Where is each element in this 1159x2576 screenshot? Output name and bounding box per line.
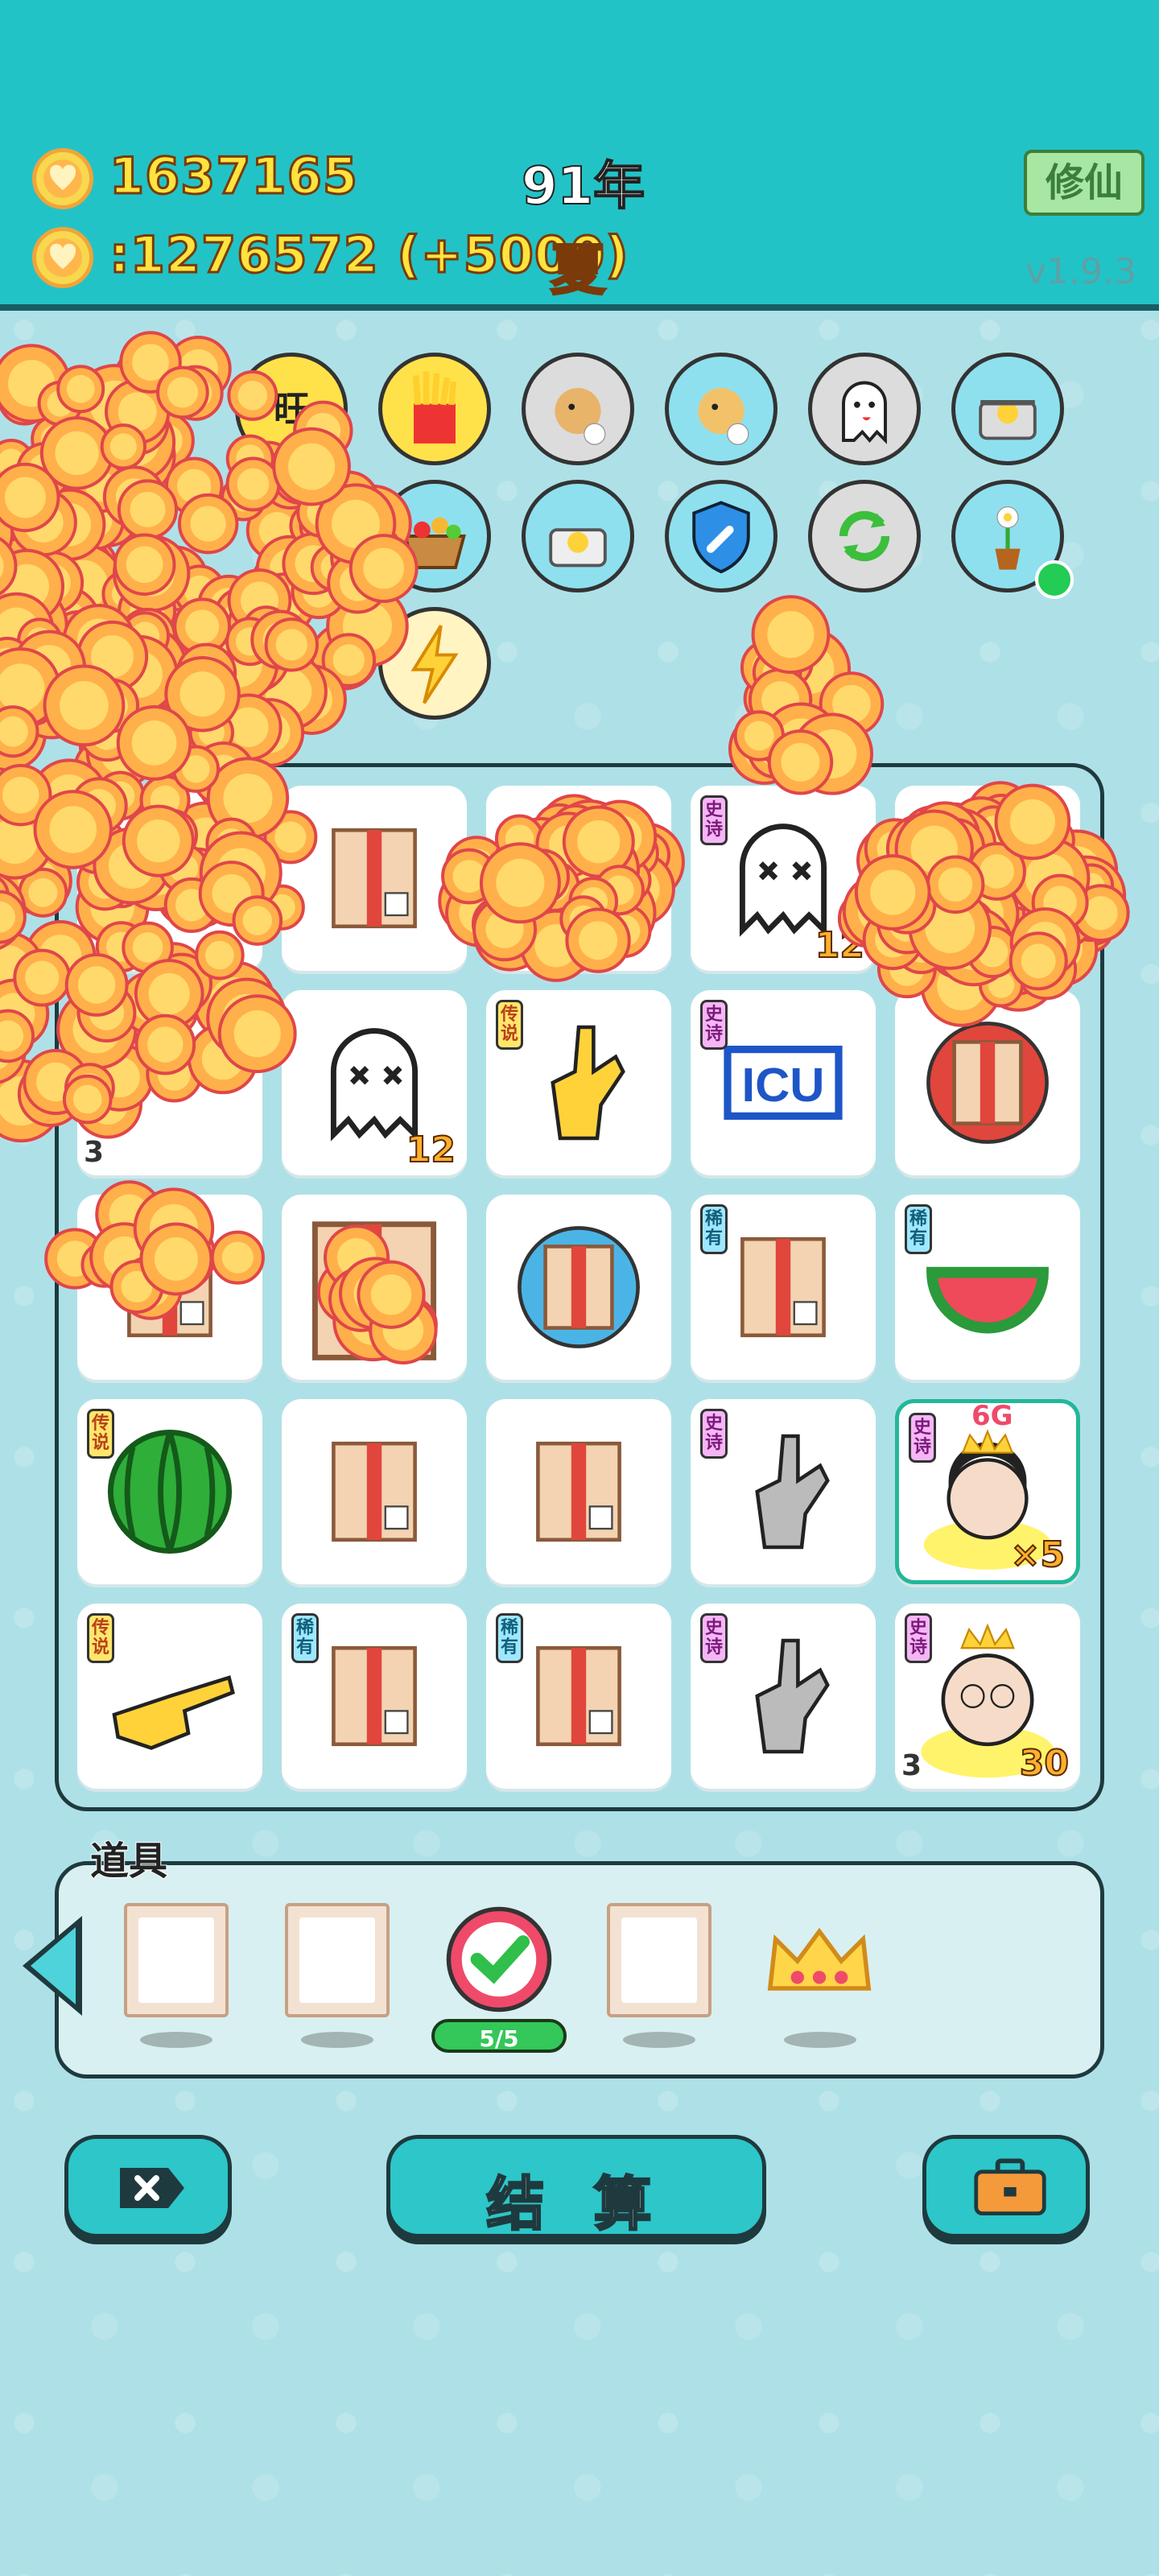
board-cell-3-0[interactable]: 传说 — [77, 1399, 262, 1584]
rarity-tag: 传说 — [87, 1409, 114, 1459]
board-cell-2-2[interactable] — [486, 1195, 671, 1380]
rarity-tag: 稀有 — [496, 1613, 523, 1663]
board-cell-3-1[interactable] — [282, 1399, 467, 1584]
lightning-icon[interactable] — [378, 607, 491, 720]
fruit-basket-icon[interactable] — [378, 480, 491, 592]
board-cell-1-0[interactable]: 3 — [77, 990, 262, 1175]
box-blue-icon — [518, 1226, 640, 1348]
board-cell-0-4[interactable] — [895, 786, 1080, 971]
item-count: 30 — [1019, 1742, 1070, 1785]
prop-slot-1[interactable] — [124, 1903, 229, 2017]
item-count: ×5 — [1010, 1534, 1066, 1576]
item-count: 12 — [815, 924, 865, 967]
item-level: 3 — [901, 1749, 922, 1782]
svg-text:ICU: ICU — [742, 1058, 825, 1112]
svg-text:旺: 旺 — [274, 390, 309, 431]
notification-dot — [1035, 560, 1074, 599]
prop-shadow — [623, 2032, 695, 2048]
duck-pot-icon[interactable] — [522, 480, 634, 592]
top-status-bar: 1637165 91年 :1276572 (+5000) 夏 修仙 v1.9.3 — [0, 0, 1159, 311]
close-icon — [120, 2168, 184, 2208]
rarity-tag: 史诗 — [905, 1613, 932, 1663]
prop-shadow — [784, 2032, 856, 2048]
inventory-button[interactable] — [922, 2135, 1090, 2238]
box-red-icon — [926, 1022, 1049, 1144]
board-cell-0-2[interactable] — [486, 786, 671, 971]
board-cell-3-2[interactable] — [486, 1399, 671, 1584]
settle-label: 结 算 — [485, 2169, 666, 2240]
board-cell-4-2[interactable]: 稀有 — [486, 1604, 671, 1789]
ghost-icon[interactable] — [808, 353, 921, 465]
box-icon — [332, 828, 417, 929]
label-6g: 6G — [971, 1400, 1013, 1432]
settle-button[interactable]: 结 算 — [386, 2135, 766, 2240]
coin-icon-2 — [32, 227, 93, 288]
coin-icon — [32, 148, 93, 209]
coin-balance: 1637165 — [109, 146, 359, 207]
arrow-left-inner — [31, 1927, 76, 2004]
board-cell-4-1[interactable]: 稀有 — [282, 1604, 467, 1789]
game-year: 91年 — [521, 156, 645, 217]
chick-egg-icon[interactable] — [665, 353, 777, 465]
board-cell-3-3[interactable]: 史诗 — [691, 1399, 876, 1584]
exit-button[interactable] — [64, 2135, 232, 2238]
shield-wrench-icon[interactable] — [665, 480, 777, 592]
rarity-tag: 传说 — [87, 1613, 114, 1663]
board-cell-2-3[interactable]: 稀有 — [691, 1195, 876, 1380]
box-big-icon — [311, 1221, 437, 1360]
prop-progress: 5/5 — [431, 2019, 567, 2053]
rarity-tag: 史诗 — [700, 1409, 728, 1459]
board-cell-0-1[interactable] — [282, 786, 467, 971]
board-cell-0-0[interactable] — [77, 786, 262, 971]
prop-shadow — [140, 2032, 212, 2048]
item-level: 3 — [84, 1136, 105, 1169]
crown-prop-icon[interactable] — [765, 1922, 874, 2003]
rarity-tag: 史诗 — [909, 1413, 936, 1463]
rarity-tag: 传说 — [496, 1000, 523, 1050]
rarity-tag: 稀有 — [700, 1204, 728, 1254]
chicken-egg-icon[interactable] — [522, 353, 634, 465]
props-title: 道具 — [89, 1838, 168, 1885]
rarity-tag: 史诗 — [700, 1613, 728, 1663]
prop-slot-2[interactable] — [285, 1903, 390, 2017]
board-cell-3-4[interactable]: 史诗 6G ×5 — [895, 1399, 1080, 1584]
rarity-tag: 稀有 — [905, 1204, 932, 1254]
pot-icon[interactable] — [951, 353, 1064, 465]
box-icon — [332, 1441, 417, 1542]
prop-slot-3[interactable] — [607, 1903, 711, 2017]
board-cell-4-0[interactable]: 传说 — [77, 1604, 262, 1789]
board-cell-2-1[interactable] — [282, 1195, 467, 1380]
xiuxian-button[interactable]: 修仙 — [1024, 150, 1145, 216]
board-cell-1-2[interactable]: 传说 — [486, 990, 671, 1175]
rarity-tag: 史诗 — [700, 1000, 728, 1050]
rarity-tag: 稀有 — [291, 1613, 319, 1663]
board-cell-4-4[interactable]: 史诗 30 3 — [895, 1604, 1080, 1789]
recycle-icon[interactable] — [808, 480, 921, 592]
version-label: v1.9.3 — [1025, 251, 1136, 292]
item-count: 12 — [406, 1129, 456, 1171]
board-cell-2-0[interactable] — [77, 1195, 262, 1380]
season-label: 夏 — [549, 238, 606, 304]
rarity-tag: 史诗 — [700, 795, 728, 845]
briefcase-icon — [974, 2158, 1046, 2216]
board-cell-1-1[interactable]: 12 — [282, 990, 467, 1175]
wang-coin-icon[interactable]: 旺 — [235, 353, 348, 465]
fries-icon[interactable] — [378, 353, 491, 465]
check-prop-icon[interactable] — [444, 1905, 554, 2014]
board-cell-2-4[interactable]: 稀有 — [895, 1195, 1080, 1380]
board-cell-1-4[interactable] — [895, 990, 1080, 1175]
board-cell-0-3[interactable]: 史诗 12 — [691, 786, 876, 971]
box-icon — [127, 1236, 212, 1338]
board-cell-1-3[interactable]: ICU 史诗 — [691, 990, 876, 1175]
prop-shadow — [301, 2032, 373, 2048]
board-cell-4-3[interactable]: 史诗 — [691, 1604, 876, 1789]
box-icon — [536, 1441, 621, 1542]
